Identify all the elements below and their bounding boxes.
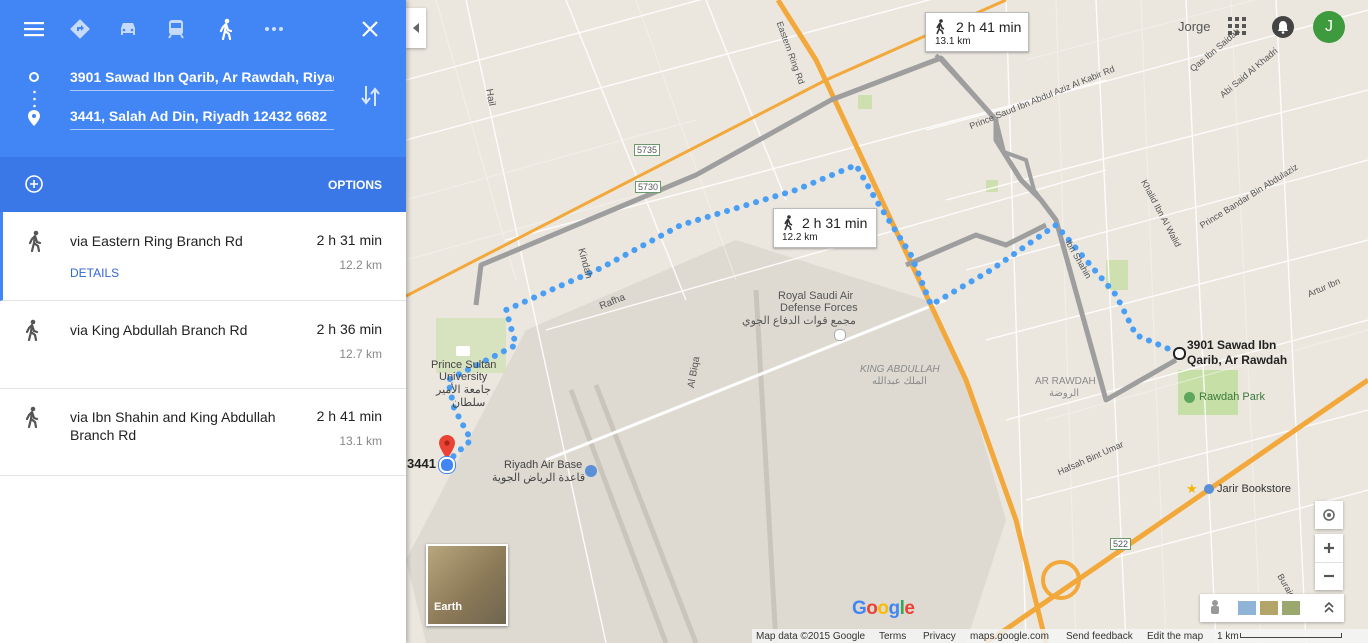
route-option-1[interactable]: via Eastern Ring Branch Rd 2 h 31 min 12… [0, 212, 406, 301]
route-distance: 12.2 km [339, 258, 382, 272]
more-icon[interactable] [259, 14, 289, 44]
route-time: 2 h 41 min [316, 408, 382, 424]
zoom-out-button[interactable] [1315, 562, 1343, 591]
walk-icon [784, 215, 793, 231]
maps-url-link[interactable]: maps.google.com [970, 631, 1049, 642]
walk-icon [936, 19, 945, 35]
map-data-text: Map data ©2015 Google [756, 631, 866, 642]
walk-icon [25, 319, 39, 341]
options-button[interactable]: OPTIONS [328, 178, 382, 192]
poi-label: مجمع قوات الدفاع الجوي [742, 315, 856, 327]
destination-input[interactable]: 3441, Salah Ad Din, Riyadh 12432 6682 [70, 103, 334, 130]
directions-header: 3901 Sawad Ibn Qarib, Ar Rawdah, Riyadh … [0, 0, 406, 157]
route-title: via Ibn Shahin and King Abdullah Branch … [70, 409, 276, 443]
satellite-layer-icon[interactable] [1282, 601, 1300, 615]
map-canvas[interactable]: Jorge J 2 h 41 min 13.1 km 2 h 31 min 12… [406, 0, 1368, 643]
layers-bar [1200, 594, 1344, 622]
add-destination-icon[interactable] [24, 174, 44, 194]
destination-label: 3441 [407, 456, 436, 471]
star-icon[interactable]: ★ [1186, 481, 1198, 497]
directions-icon[interactable] [65, 14, 95, 44]
poi-label: Prince Sultan [431, 359, 497, 371]
walk-icon [28, 230, 42, 252]
details-link[interactable]: DETAILS [70, 266, 119, 280]
earth-label: Earth [434, 601, 463, 613]
poi-label: Riyadh Air Base [504, 459, 583, 471]
route-title: via King Abdullah Branch Rd [70, 322, 248, 338]
car-icon[interactable] [113, 14, 143, 44]
park-icon[interactable] [1184, 392, 1195, 403]
my-location-dot-icon [439, 457, 455, 473]
route-time: 2 h 31 min [316, 232, 382, 248]
poi-label: Royal Saudi Air [778, 290, 854, 302]
google-logo: Google [852, 598, 915, 619]
avatar[interactable]: J [1313, 11, 1345, 43]
poi-label: Defense Forces [780, 302, 858, 314]
callout-time: 2 h 41 min [956, 19, 1022, 35]
edit-map-link[interactable]: Edit the map [1147, 631, 1203, 642]
close-icon[interactable] [355, 14, 385, 44]
scale-label: 1 km [1217, 631, 1239, 642]
route-option-3[interactable]: via Ibn Shahin and King Abdullah Branch … [0, 388, 406, 476]
callout-time: 2 h 31 min [802, 215, 868, 231]
scale-bar [1240, 633, 1342, 638]
privacy-link[interactable]: Privacy [923, 631, 956, 642]
directions-panel: 3901 Sawad Ibn Qarib, Ar Rawdah, Riyadh … [0, 0, 406, 643]
notifications-icon[interactable] [1272, 16, 1294, 38]
user-name[interactable]: Jorge [1178, 19, 1211, 34]
options-bar: OPTIONS [0, 157, 406, 212]
transit-icon[interactable] [161, 14, 191, 44]
destination-pin-icon [28, 110, 40, 126]
pegman-icon[interactable] [1208, 599, 1222, 617]
route-distance: 13.1 km [339, 434, 382, 448]
collapse-panel-button[interactable] [406, 8, 426, 48]
route-callout-alt[interactable]: 2 h 41 min 13.1 km [925, 12, 1029, 52]
district-label: الروضة [1049, 388, 1080, 399]
route-callout-selected[interactable]: 2 h 31 min 12.2 km [773, 208, 877, 248]
poi-label: University [439, 371, 488, 383]
swap-icon[interactable] [360, 84, 382, 108]
route-dots-icon [33, 90, 36, 108]
route-option-2[interactable]: via King Abdullah Branch Rd 2 h 36 min 1… [0, 301, 406, 389]
route-shield: 522 [1110, 538, 1132, 550]
origin-label: 3901 Sawad Ibn [1187, 338, 1277, 352]
district-label: الملك عبدالله [872, 376, 927, 387]
route-shield: 5730 [635, 181, 662, 193]
shop-icon[interactable] [1204, 484, 1214, 494]
callout-distance: 12.2 km [782, 232, 818, 243]
zoom-controls [1315, 534, 1343, 590]
origin-marker-icon[interactable] [1173, 347, 1186, 360]
walk-icon [25, 406, 39, 428]
poi-marker-icon[interactable] [834, 329, 846, 341]
airport-icon[interactable] [585, 465, 597, 477]
zoom-in-button[interactable] [1315, 534, 1343, 562]
terrain-layer-icon[interactable] [1260, 601, 1278, 615]
poi-label: جامعة الأمير [436, 384, 491, 396]
origin-input[interactable]: 3901 Sawad Ibn Qarib, Ar Rawdah, Riyadh [70, 64, 334, 91]
poi-label: قاعدة الرياض الجوية [492, 472, 586, 484]
expand-up-icon[interactable] [1322, 600, 1336, 614]
send-feedback-link[interactable]: Send feedback [1066, 631, 1133, 642]
origin-circle-icon [29, 72, 39, 82]
poi-label: Jarir Bookstore [1217, 483, 1291, 495]
callout-distance: 13.1 km [935, 36, 971, 47]
route-distance: 12.7 km [339, 347, 382, 361]
travel-mode-bar [0, 0, 406, 58]
my-location-button[interactable] [1315, 501, 1343, 529]
earth-view-button[interactable]: Earth [426, 544, 508, 626]
route-time: 2 h 36 min [316, 321, 382, 337]
school-icon[interactable] [456, 346, 470, 356]
walk-icon[interactable] [211, 14, 241, 44]
route-title: via Eastern Ring Branch Rd [70, 233, 243, 249]
terms-link[interactable]: Terms [879, 631, 906, 642]
poi-label: سلطان [452, 397, 486, 409]
district-label: AR RAWDAH [1035, 376, 1096, 387]
menu-icon[interactable] [19, 14, 49, 44]
origin-label: Qarib, Ar Rawdah [1187, 353, 1288, 367]
poi-label: Rawdah Park [1199, 391, 1266, 403]
district-label: KING ABDULLAH [860, 364, 940, 375]
traffic-layer-icon[interactable] [1238, 601, 1256, 615]
route-shield: 5735 [634, 144, 661, 156]
